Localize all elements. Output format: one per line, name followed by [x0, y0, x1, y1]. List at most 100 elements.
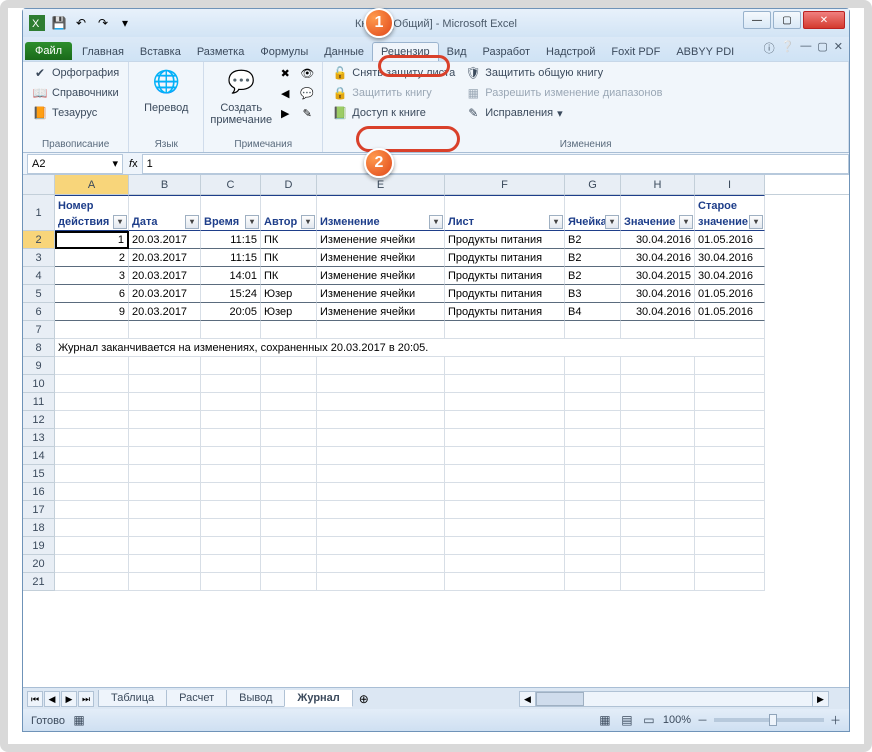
- row-header[interactable]: 3: [23, 249, 55, 267]
- table-cell[interactable]: [261, 429, 317, 447]
- table-cell[interactable]: [695, 393, 765, 411]
- help-icon[interactable]: ❔: [781, 40, 795, 56]
- table-cell[interactable]: [621, 537, 695, 555]
- show-ink-icon[interactable]: ✎: [298, 104, 316, 122]
- table-cell[interactable]: [565, 483, 621, 501]
- tab-file[interactable]: Файл: [25, 42, 72, 60]
- col-header-H[interactable]: H: [621, 175, 695, 194]
- table-cell[interactable]: [201, 411, 261, 429]
- new-comment-button[interactable]: 💬Создать примечание: [210, 64, 272, 127]
- col-header-F[interactable]: F: [445, 175, 565, 194]
- row-header[interactable]: 14: [23, 447, 55, 465]
- row-header[interactable]: 13: [23, 429, 55, 447]
- row-header[interactable]: 12: [23, 411, 55, 429]
- table-cell[interactable]: 01.05.2016: [695, 303, 765, 321]
- table-cell[interactable]: [55, 555, 129, 573]
- tab-nav-first-icon[interactable]: ⏮: [27, 691, 43, 707]
- table-cell[interactable]: [261, 501, 317, 519]
- tab-developer[interactable]: Разработ: [475, 43, 538, 61]
- table-cell[interactable]: [129, 555, 201, 573]
- table-cell[interactable]: 01.05.2016: [695, 231, 765, 249]
- filter-icon[interactable]: ▾: [549, 215, 563, 229]
- table-cell[interactable]: [565, 393, 621, 411]
- wb-min-icon[interactable]: ―: [800, 40, 811, 56]
- table-cell[interactable]: [695, 573, 765, 591]
- filter-icon[interactable]: ▾: [749, 215, 763, 229]
- sheet-tab-4[interactable]: Журнал: [284, 690, 352, 707]
- table-cell[interactable]: [317, 519, 445, 537]
- tab-nav-last-icon[interactable]: ⏭: [78, 691, 94, 707]
- table-cell[interactable]: [565, 465, 621, 483]
- row-header[interactable]: 17: [23, 501, 55, 519]
- table-cell[interactable]: [129, 321, 201, 339]
- table-cell[interactable]: [55, 519, 129, 537]
- col-header-G[interactable]: G: [565, 175, 621, 194]
- table-cell[interactable]: [55, 321, 129, 339]
- table-cell[interactable]: 20.03.2017: [129, 231, 201, 249]
- table-cell[interactable]: 20:05: [201, 303, 261, 321]
- formula-input[interactable]: 1: [142, 154, 849, 174]
- table-cell[interactable]: [55, 429, 129, 447]
- table-cell[interactable]: 11:15: [201, 249, 261, 267]
- table-header-cell[interactable]: Автор▾: [261, 195, 317, 231]
- table-cell[interactable]: B2: [565, 267, 621, 285]
- table-header-cell[interactable]: Изменение▾: [317, 195, 445, 231]
- tab-data[interactable]: Данные: [316, 43, 372, 61]
- undo-icon[interactable]: ↶: [73, 15, 89, 31]
- table-cell[interactable]: [201, 483, 261, 501]
- table-cell[interactable]: [317, 411, 445, 429]
- protect-book-button[interactable]: 🔒Защитить книгу: [329, 84, 458, 102]
- col-header-A[interactable]: A: [55, 175, 129, 194]
- table-cell[interactable]: [129, 483, 201, 501]
- table-cell[interactable]: [55, 501, 129, 519]
- table-cell[interactable]: [129, 519, 201, 537]
- worksheet-grid[interactable]: ABCDEFGHI 1Номердействия▾Дата▾Время▾Авто…: [23, 175, 849, 687]
- track-changes-button[interactable]: ✎Исправления ▾: [462, 104, 665, 122]
- table-cell[interactable]: Продукты питания: [445, 249, 565, 267]
- table-cell[interactable]: [129, 573, 201, 591]
- table-header-cell[interactable]: Значение▾: [621, 195, 695, 231]
- table-cell[interactable]: [621, 447, 695, 465]
- tab-formulas[interactable]: Формулы: [252, 43, 316, 61]
- qat-dropdown-icon[interactable]: ▾: [117, 15, 133, 31]
- table-cell[interactable]: [445, 393, 565, 411]
- row-header[interactable]: 16: [23, 483, 55, 501]
- filter-icon[interactable]: ▾: [429, 215, 443, 229]
- table-cell[interactable]: [445, 429, 565, 447]
- table-cell[interactable]: [695, 501, 765, 519]
- table-cell[interactable]: 30.04.2015: [621, 267, 695, 285]
- table-cell[interactable]: ПК: [261, 231, 317, 249]
- row-header[interactable]: 15: [23, 465, 55, 483]
- table-cell[interactable]: [445, 483, 565, 501]
- table-cell[interactable]: [445, 501, 565, 519]
- filter-icon[interactable]: ▾: [185, 215, 199, 229]
- table-header-cell[interactable]: Номердействия▾: [55, 195, 129, 231]
- table-cell[interactable]: [621, 321, 695, 339]
- table-cell[interactable]: [695, 555, 765, 573]
- row-header[interactable]: 20: [23, 555, 55, 573]
- table-cell[interactable]: [565, 357, 621, 375]
- zoom-slider[interactable]: [714, 718, 824, 722]
- table-cell[interactable]: 15:24: [201, 285, 261, 303]
- table-cell[interactable]: [317, 573, 445, 591]
- filter-icon[interactable]: ▾: [113, 215, 127, 229]
- table-cell[interactable]: [695, 429, 765, 447]
- table-header-cell[interactable]: Лист▾: [445, 195, 565, 231]
- table-cell[interactable]: 1: [55, 231, 129, 249]
- chevron-down-icon[interactable]: ▾: [112, 157, 118, 170]
- table-cell[interactable]: [565, 537, 621, 555]
- table-cell[interactable]: [201, 519, 261, 537]
- sheet-tab-2[interactable]: Расчет: [166, 690, 227, 707]
- redo-icon[interactable]: ↷: [95, 15, 111, 31]
- table-cell[interactable]: [621, 573, 695, 591]
- table-cell[interactable]: [129, 447, 201, 465]
- table-cell[interactable]: [55, 465, 129, 483]
- table-cell[interactable]: [129, 357, 201, 375]
- table-cell[interactable]: [201, 447, 261, 465]
- table-cell[interactable]: [55, 375, 129, 393]
- table-cell[interactable]: [695, 321, 765, 339]
- zoom-in-icon[interactable]: ＋: [830, 712, 841, 728]
- table-cell[interactable]: [261, 537, 317, 555]
- journal-footer-note[interactable]: Журнал заканчивается на изменениях, сохр…: [55, 339, 765, 357]
- tab-addins[interactable]: Надстрой: [538, 43, 603, 61]
